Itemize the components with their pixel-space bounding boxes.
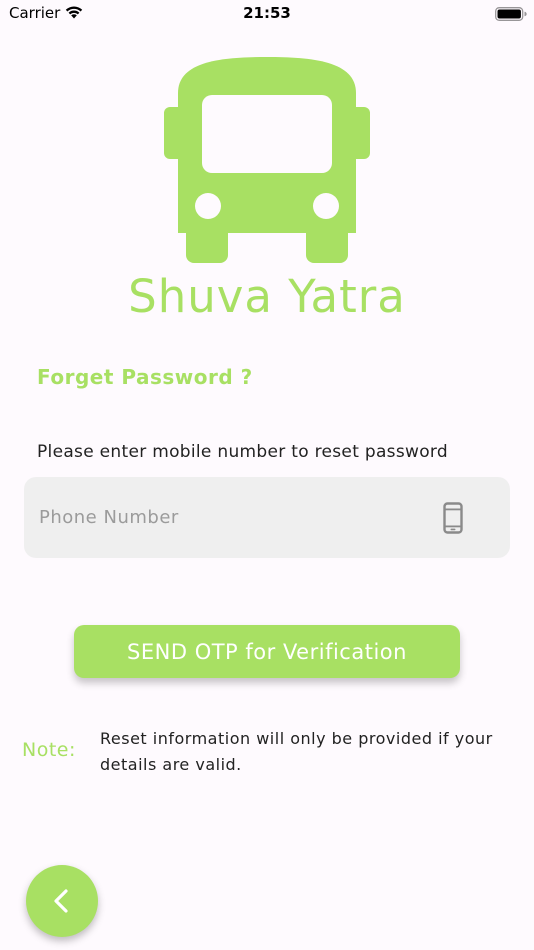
phone-number-input[interactable] xyxy=(39,477,429,558)
status-time: 21:53 xyxy=(243,4,291,22)
note-label: Note: xyxy=(22,739,76,761)
back-button[interactable] xyxy=(26,865,98,937)
send-otp-button[interactable]: SEND OTP for Verification xyxy=(74,625,460,678)
smartphone-icon xyxy=(443,502,463,534)
page-title: Forget Password ? xyxy=(37,365,253,389)
note-text: Reset information will only be provided … xyxy=(100,729,493,774)
phone-number-field[interactable] xyxy=(24,477,510,558)
status-bar: Carrier 21:53 xyxy=(0,0,534,30)
instruction-text: Please enter mobile number to reset pass… xyxy=(37,442,448,462)
bus-icon xyxy=(164,57,370,263)
chevron-left-icon xyxy=(54,889,68,913)
forgot-password-screen: Carrier 21:53 Shuva Yatra Forget Passwor… xyxy=(0,0,534,950)
battery-icon xyxy=(495,7,527,21)
app-title: Shuva Yatra xyxy=(128,270,406,323)
